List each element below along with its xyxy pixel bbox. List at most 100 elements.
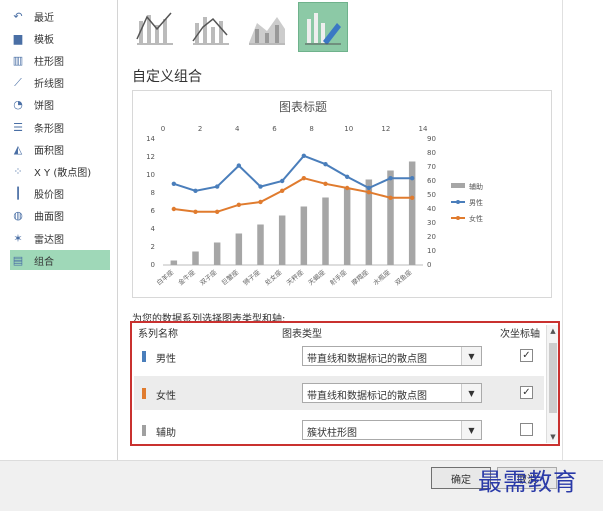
category-label: 水瓶座 — [371, 267, 392, 287]
sidebar-item-label: 折线图 — [34, 79, 64, 91]
chart-type-select[interactable]: 带直线和数据标记的散点图 ▼ — [302, 383, 482, 403]
point-女性 — [323, 181, 328, 186]
sidebar-item-label: 面积图 — [34, 145, 64, 157]
chevron-down-icon[interactable]: ▼ — [461, 421, 481, 439]
top-x-tick-label: 4 — [235, 125, 240, 133]
bar-白羊座 — [170, 260, 178, 265]
chevron-down-icon[interactable]: ▼ — [461, 384, 481, 402]
thumb-clustered-column-line-secondary[interactable] — [186, 2, 236, 52]
right-y-tick-label: 30 — [427, 219, 436, 227]
sidebar-item[interactable]: ✶ 雷达图 — [10, 228, 110, 248]
chart-type-select[interactable]: 簇状柱形图 ▼ — [302, 420, 482, 440]
right-y-tick-label: 90 — [427, 135, 436, 143]
series-table: 系列名称 图表类型 次坐标轴 男性 带直线和数据标记的散点图 ▼ ✓ 女性 带直线和数据标… — [130, 321, 560, 446]
chart-type-select[interactable]: 带直线和数据标记的散点图 ▼ — [302, 346, 482, 366]
sidebar-item[interactable]: ┃ 股价图 — [10, 184, 110, 204]
left-y-tick-label: 8 — [151, 189, 155, 197]
right-y-tick-label: 60 — [427, 177, 436, 185]
chevron-down-icon[interactable]: ▼ — [461, 347, 481, 365]
thumb-stacked-area-column[interactable] — [242, 2, 292, 52]
top-x-tick-label: 14 — [419, 125, 428, 133]
point-男性 — [409, 176, 415, 181]
legend-label: 男性 — [469, 198, 483, 207]
left-y-tick-label: 6 — [151, 207, 156, 215]
top-x-tick-label: 8 — [309, 125, 313, 133]
bar-双子座 — [213, 242, 221, 265]
series-color-swatch — [142, 425, 146, 436]
table-row: 辅助 簇状柱形图 ▼ — [134, 413, 544, 447]
point-男性 — [193, 188, 198, 193]
scroll-down-icon[interactable]: ▼ — [547, 431, 559, 443]
sidebar-item[interactable]: ◍ 曲面图 — [10, 206, 110, 226]
legend-swatch — [451, 183, 465, 188]
point-男性 — [388, 176, 393, 181]
change-chart-type-dialog: ↶ 最近 ▆ 模板 ▥ 柱形图 ⟋ 折线图 ◔ 饼图 ☰ 条形图 ◭ 面积图 ⁘ X Y (散点图) ┃ 股价图 ◍… — [0, 0, 603, 511]
thumb-custom-combination[interactable] — [298, 2, 348, 52]
category-label: 射手座 — [328, 267, 349, 287]
chart-title: 图表标题 — [279, 100, 327, 114]
secondary-axis-checkbox[interactable] — [520, 423, 533, 436]
secondary-axis-checkbox[interactable]: ✓ — [520, 349, 533, 362]
sidebar-item-label: 柱形图 — [34, 56, 64, 68]
left-y-tick-label: 2 — [151, 243, 155, 251]
combo-thumb-icon — [192, 17, 229, 45]
right-y-tick-label: 40 — [427, 205, 436, 213]
folder-icon: ▆ — [13, 31, 23, 45]
point-男性 — [323, 162, 328, 167]
point-男性 — [344, 174, 350, 179]
area-chart-icon: ◭ — [13, 142, 23, 156]
series-name: 女性 — [156, 391, 176, 402]
stock-chart-icon: ┃ — [14, 187, 22, 201]
point-男性 — [214, 184, 220, 189]
pie-chart-icon: ◔ — [13, 98, 23, 112]
sidebar-item[interactable]: ↶ 最近 — [10, 6, 110, 26]
table-scrollbar[interactable]: ▲ ▼ — [546, 325, 558, 443]
watermark-logo: 最需教育 — [478, 468, 578, 496]
point-女性 — [236, 202, 242, 207]
point-女性 — [344, 185, 350, 191]
sidebar-item-label: X Y (散点图) — [34, 167, 92, 179]
sidebar-item-label: 股价图 — [34, 190, 64, 202]
sidebar-item-label: 曲面图 — [34, 212, 64, 224]
top-x-tick-label: 0 — [161, 125, 165, 133]
sidebar-item-label: 饼图 — [34, 101, 54, 113]
header-series-name: 系列名称 — [138, 329, 178, 340]
category-label: 白羊座 — [154, 267, 175, 287]
legend-marker — [456, 216, 460, 220]
right-y-tick-label: 50 — [427, 191, 436, 199]
point-女性 — [366, 190, 372, 195]
sidebar-item[interactable]: ▤ 组合 — [10, 250, 110, 271]
sidebar-item-label: 最近 — [34, 12, 54, 24]
category-label: 双鱼座 — [393, 267, 414, 287]
sidebar-item-label: 条形图 — [34, 123, 64, 135]
sidebar-item[interactable]: ▆ 模板 — [10, 28, 110, 48]
point-女性 — [301, 176, 307, 181]
top-x-tick-label: 6 — [272, 125, 277, 133]
right-y-tick-label: 0 — [427, 261, 431, 269]
pencil-combo-icon — [305, 13, 341, 45]
point-男性 — [279, 178, 285, 184]
chart-type-value: 带直线和数据标记的散点图 — [307, 354, 427, 365]
sidebar-item[interactable]: ▥ 柱形图 — [10, 50, 110, 70]
thumb-clustered-column-line[interactable] — [130, 2, 180, 52]
scroll-up-icon[interactable]: ▲ — [547, 325, 559, 337]
sidebar-item[interactable]: ◭ 面积图 — [10, 139, 110, 159]
sidebar-item[interactable]: ☰ 条形图 — [10, 117, 110, 137]
top-x-tick-label: 10 — [344, 125, 353, 133]
scatter-chart-icon: ⁘ — [13, 164, 23, 178]
point-女性 — [193, 209, 198, 214]
legend-marker — [456, 200, 460, 204]
sidebar-item[interactable]: ⟋ 折线图 — [10, 73, 110, 93]
series-name: 男性 — [156, 354, 176, 365]
bar-chart-icon: ☰ — [13, 120, 23, 134]
series-color-swatch — [142, 351, 146, 362]
bar-射手座 — [343, 188, 351, 265]
secondary-axis-checkbox[interactable]: ✓ — [520, 386, 533, 399]
scroll-thumb[interactable] — [549, 343, 557, 413]
category-label: 处女座 — [263, 267, 284, 287]
sidebar-item[interactable]: ⁘ X Y (散点图) — [10, 161, 110, 181]
point-男性 — [366, 185, 372, 191]
point-女性 — [258, 199, 263, 205]
sidebar-item[interactable]: ◔ 饼图 — [10, 95, 110, 115]
category-label: 天蝎座 — [306, 267, 327, 287]
